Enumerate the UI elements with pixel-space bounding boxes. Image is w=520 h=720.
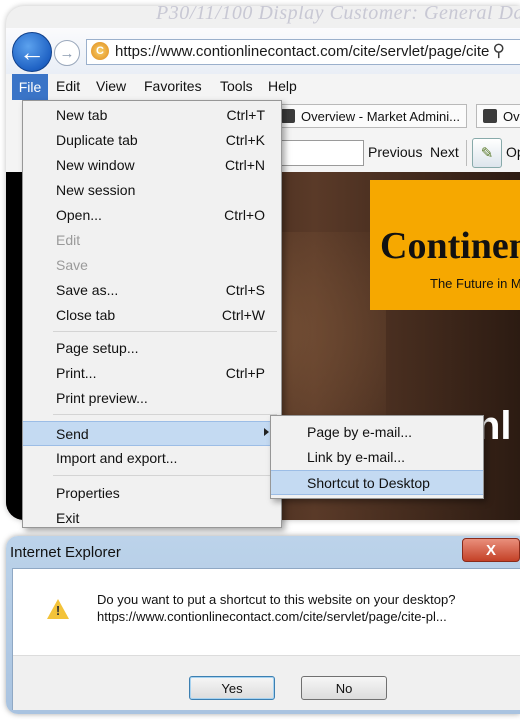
url-input[interactable]: C https://www.contionlinecontact.com/cit… [86, 39, 520, 65]
menu-edit[interactable]: Edit [56, 78, 80, 94]
menu-bar: File Edit View Favorites Tools Help [6, 74, 520, 101]
menu-item-exit[interactable]: Exit [23, 506, 281, 531]
favorite-label: Overview - Market Admini... [301, 108, 460, 124]
submenu-item-link-by-email[interactable]: Link by e-mail... [271, 445, 483, 470]
close-icon: X [485, 541, 496, 559]
continental-tagline: The Future in M [430, 276, 520, 291]
forward-arrow-icon: → [59, 44, 75, 62]
find-previous-button[interactable]: Previous [368, 144, 422, 160]
menu-item-label: Duplicate tab [56, 132, 138, 148]
dialog-message: Do you want to put a shortcut to this we… [97, 591, 455, 625]
internet-explorer-dialog: Internet Explorer X ! Do you want to put… [6, 536, 520, 714]
search-icon[interactable]: ⚲ [493, 41, 505, 61]
menu-item-label: Properties [56, 485, 120, 501]
close-button[interactable]: X [462, 538, 520, 562]
menu-item-page-setup[interactable]: Page setup... [23, 336, 281, 361]
menu-item-shortcut: Ctrl+K [225, 132, 265, 148]
menu-item-shortcut: Ctrl+P [225, 365, 265, 381]
warning-exclamation-icon: ! [55, 603, 61, 618]
dialog-title: Internet Explorer [10, 544, 121, 561]
menu-view[interactable]: View [96, 78, 126, 94]
menu-item-label: Print preview... [56, 390, 148, 406]
menu-item-import-export[interactable]: Import and export... [23, 446, 281, 471]
menu-item-open[interactable]: Open... Ctrl+O [23, 203, 281, 228]
menu-item-shortcut: Ctrl+W [221, 307, 265, 323]
menu-item-shortcut: Ctrl+O [224, 207, 265, 223]
menu-item-new-window[interactable]: New window Ctrl+N [23, 153, 281, 178]
submenu-item-label: Page by e-mail... [307, 424, 413, 440]
dialog-message-url: https://www.contionlinecontact.com/cite/… [97, 609, 447, 624]
screenshot: P30/11/100 Display Customer: General Dat… [0, 0, 520, 720]
continental-banner[interactable]: Continen The Future in M [370, 180, 520, 310]
menu-item-label: New window [56, 157, 135, 173]
menu-item-send[interactable]: Send [23, 421, 281, 446]
menu-item-label: Save [56, 257, 88, 273]
page-icon [281, 109, 295, 123]
menu-separator [53, 331, 277, 332]
pencil-icon[interactable]: ✎ [472, 138, 502, 168]
find-next-button[interactable]: Next [430, 144, 459, 160]
menu-item-label: Open... [56, 207, 102, 223]
divider [466, 140, 467, 166]
menu-item-label: Close tab [56, 307, 116, 323]
menu-item-shortcut: Ctrl+S [225, 282, 265, 298]
find-options-button[interactable]: Op [506, 144, 520, 160]
menu-tools[interactable]: Tools [220, 78, 253, 94]
submenu-arrow-icon [264, 428, 269, 436]
find-input[interactable] [278, 140, 364, 166]
submenu-item-page-by-email[interactable]: Page by e-mail... [271, 420, 483, 445]
menu-item-properties[interactable]: Properties [23, 481, 281, 506]
forward-button[interactable]: → [54, 40, 80, 66]
menu-item-duplicate-tab[interactable]: Duplicate tab Ctrl+K [23, 128, 281, 153]
menu-item-print[interactable]: Print... Ctrl+P [23, 361, 281, 386]
menu-item-label: Edit [56, 232, 81, 248]
dialog-message-line: Do you want to put a shortcut to this we… [97, 592, 456, 607]
dialog-body: ! Do you want to put a shortcut to this … [12, 568, 520, 710]
menu-separator [53, 414, 277, 415]
url-text: https://www.contionlinecontact.com/cite/… [115, 43, 490, 60]
menu-item-label: Exit [56, 510, 80, 526]
menu-separator [53, 475, 277, 476]
favorite-label: Ove [503, 108, 520, 124]
menu-item-new-tab[interactable]: New tab Ctrl+T [23, 103, 281, 128]
menu-help[interactable]: Help [268, 78, 297, 94]
menu-item-label: Import and export... [56, 450, 178, 466]
site-favicon-icon: C [91, 42, 109, 60]
menu-item-shortcut: Ctrl+N [224, 157, 265, 173]
menu-item-print-preview[interactable]: Print preview... [23, 386, 281, 411]
submenu-item-label: Shortcut to Desktop [307, 475, 430, 491]
send-submenu: Page by e-mail... Link by e-mail... Shor… [270, 415, 484, 499]
back-button[interactable]: ← [12, 32, 52, 72]
menu-item-shortcut: Ctrl+T [226, 107, 266, 123]
page-icon [483, 109, 497, 123]
submenu-item-shortcut-to-desktop[interactable]: Shortcut to Desktop [271, 470, 483, 495]
menu-item-label: Send [56, 426, 89, 442]
menu-item-label: Page setup... [56, 340, 139, 356]
dialog-footer: Yes No [13, 655, 520, 710]
menu-item-new-session[interactable]: New session [23, 178, 281, 203]
menu-file[interactable]: File [12, 74, 48, 100]
favorite-item-overview[interactable]: Overview - Market Admini... [274, 104, 467, 128]
favorite-item-overview-2[interactable]: Ove [476, 104, 520, 128]
continental-logo: Continen [380, 225, 520, 267]
yes-button[interactable]: Yes [189, 676, 275, 700]
menu-item-edit: Edit [23, 228, 281, 253]
no-button[interactable]: No [301, 676, 387, 700]
menu-item-label: New tab [56, 107, 108, 123]
file-menu-dropdown: New tab Ctrl+T Duplicate tab Ctrl+K New wi… [22, 100, 282, 528]
menu-item-label: New session [56, 182, 136, 198]
menu-item-save: Save [23, 253, 281, 278]
menu-item-label: Print... [56, 365, 97, 381]
address-bar: ← → C https://www.contionlinecontact.com… [6, 28, 520, 75]
menu-item-close-tab[interactable]: Close tab Ctrl+W [23, 303, 281, 328]
menu-item-label: Save as... [56, 282, 119, 298]
menu-favorites[interactable]: Favorites [144, 78, 202, 94]
menu-item-save-as[interactable]: Save as... Ctrl+S [23, 278, 281, 303]
faded-page-title: P30/11/100 Display Customer: General Dat… [156, 6, 520, 24]
submenu-item-label: Link by e-mail... [307, 449, 406, 465]
back-arrow-icon: ← [19, 37, 45, 67]
